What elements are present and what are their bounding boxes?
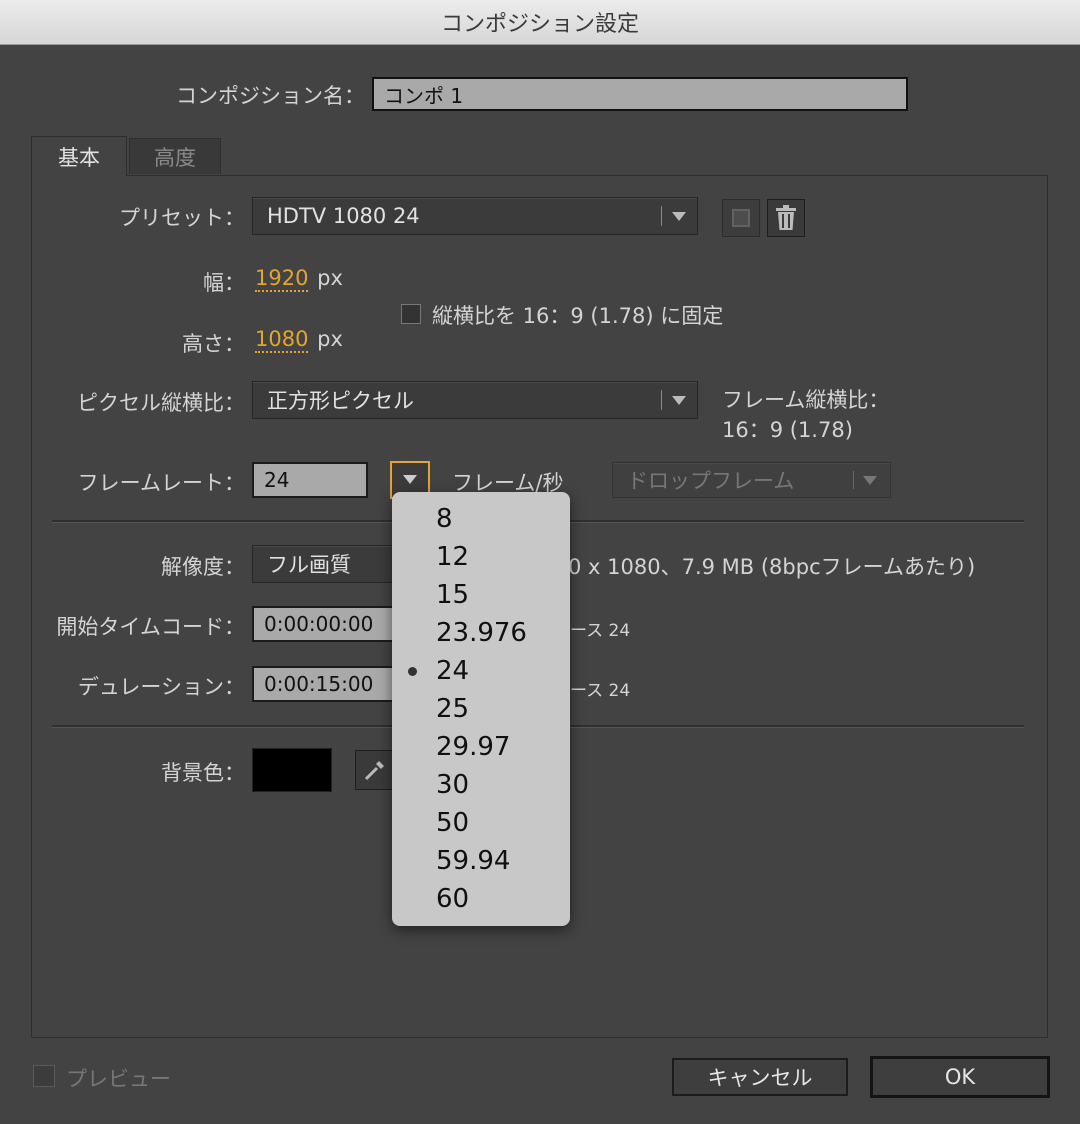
menu-item[interactable]: 12 [392, 538, 570, 576]
preset-value: HDTV 1080 24 [267, 204, 420, 228]
tab-advanced-label: 高度 [154, 145, 196, 170]
lock-aspect-label: 縦横比を 16：9 (1.78) に固定 [432, 304, 724, 328]
preview-label: プレビュー [66, 1067, 171, 1091]
menu-item[interactable]: 50 [392, 804, 570, 842]
start-timecode-label: 開始タイムコード： [56, 615, 245, 639]
menu-item[interactable]: 59.94 [392, 842, 570, 880]
menu-item[interactable]: 25 [392, 690, 570, 728]
cancel-button-label: キャンセル [707, 1066, 813, 1090]
menu-item[interactable]: 29.97 [392, 728, 570, 766]
tab-advanced[interactable]: 高度 [129, 138, 221, 174]
width-label: 幅： [203, 271, 245, 295]
height-field[interactable]: 1080 px [255, 327, 343, 353]
duration-input[interactable]: 0:00:15:00 [252, 666, 412, 702]
tab-basic[interactable]: 基本 [31, 136, 127, 176]
resolution-label: 解像度： [161, 555, 245, 579]
eyedropper-icon [364, 761, 384, 781]
menu-item[interactable]: 15 [392, 576, 570, 614]
preview-checkbox[interactable] [33, 1065, 55, 1087]
height-unit: px [317, 327, 343, 351]
resolution-info: 0 x 1080、7.9 MB (8bpcフレームあたり) [568, 555, 976, 579]
chevron-down-icon [403, 475, 417, 484]
save-preset-button[interactable] [722, 199, 760, 237]
duration-base: ース 24 [570, 681, 631, 701]
lock-aspect-checkbox[interactable] [401, 304, 421, 324]
comp-name-value: コンポ 1 [384, 83, 464, 108]
window-title: コンポジション設定 [440, 12, 639, 37]
frame-rate-value: 24 [264, 468, 290, 492]
frame-rate-menu: 8 12 15 23.976 24 25 29.97 30 50 59.94 6… [392, 492, 570, 926]
pixel-aspect-label: ピクセル縦横比： [77, 391, 245, 415]
menu-item[interactable]: 23.976 [392, 614, 570, 652]
menu-item-selected[interactable]: 24 [392, 652, 570, 690]
eyedropper-button[interactable] [355, 750, 395, 790]
chevron-down-icon [672, 396, 686, 405]
start-timecode-value: 0:00:00:00 [264, 612, 374, 636]
resolution-dropdown[interactable]: フル画質 [252, 545, 412, 583]
tab-basic-label: 基本 [58, 145, 100, 170]
menu-item[interactable]: 60 [392, 880, 570, 918]
drop-frame-dropdown[interactable]: ドロップフレーム [612, 462, 891, 498]
frame-aspect-value: 16：9 (1.78) [722, 418, 853, 442]
height-value[interactable]: 1080 [255, 327, 309, 353]
pixel-aspect-value: 正方形ピクセル [267, 389, 414, 413]
cancel-button[interactable]: キャンセル [672, 1058, 848, 1096]
duration-label: デュレーション： [77, 675, 245, 699]
chevron-down-icon [672, 212, 686, 221]
selected-dot-icon [408, 667, 417, 676]
frame-rate-label: フレームレート： [77, 471, 245, 495]
drop-frame-value: ドロップフレーム [627, 469, 795, 493]
save-preset-icon [732, 209, 750, 227]
height-label: 高さ： [182, 332, 245, 356]
frame-aspect-label: フレーム縦横比： [722, 388, 890, 412]
pixel-aspect-dropdown[interactable]: 正方形ピクセル [252, 381, 698, 419]
window-titlebar: コンポジション設定 [0, 0, 1080, 45]
trash-icon [776, 205, 796, 230]
preset-dropdown[interactable]: HDTV 1080 24 [252, 197, 698, 235]
width-unit: px [317, 266, 343, 290]
menu-item[interactable]: 30 [392, 766, 570, 804]
background-color-label: 背景色： [161, 761, 245, 785]
chevron-down-icon [863, 476, 877, 485]
start-timecode-base: ース 24 [570, 621, 631, 641]
resolution-value: フル画質 [267, 553, 351, 577]
delete-preset-button[interactable] [767, 199, 805, 237]
width-field[interactable]: 1920 px [255, 266, 343, 292]
duration-value: 0:00:15:00 [264, 672, 374, 696]
width-value[interactable]: 1920 [255, 266, 309, 292]
start-timecode-input[interactable]: 0:00:00:00 [252, 606, 412, 642]
menu-item[interactable]: 8 [392, 500, 570, 538]
ok-button[interactable]: OK [870, 1056, 1050, 1098]
frame-rate-input[interactable]: 24 [252, 462, 368, 498]
ok-button-label: OK [944, 1065, 976, 1089]
background-color-swatch[interactable] [252, 748, 332, 792]
preset-label: プリセット： [119, 206, 245, 230]
comp-name-label: コンポジション名： [176, 84, 365, 108]
comp-name-input[interactable]: コンポ 1 [372, 77, 908, 111]
